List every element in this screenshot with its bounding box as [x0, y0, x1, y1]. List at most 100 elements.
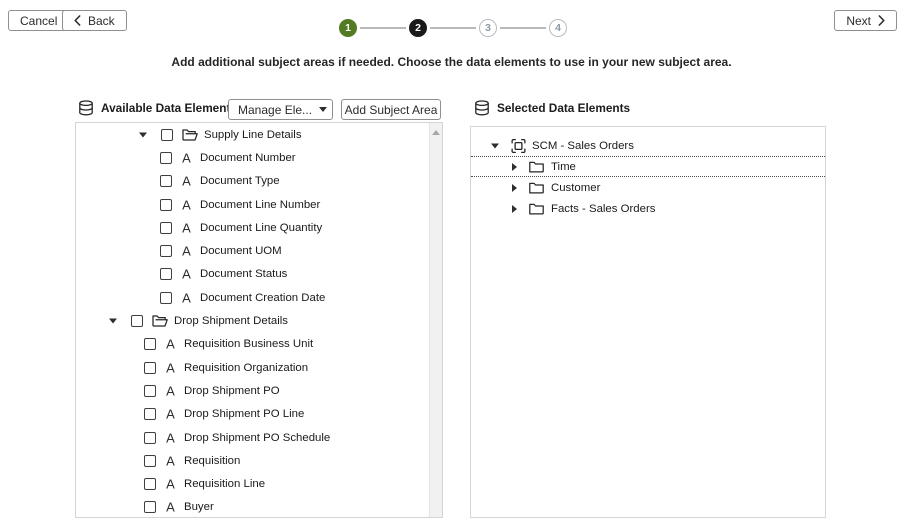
- back-button-label: Back: [88, 14, 115, 28]
- attribute-icon: A: [179, 151, 194, 164]
- tree-item-label: Drop Shipment Details: [174, 315, 288, 327]
- add-subject-area-button[interactable]: Add Subject Area: [341, 99, 441, 120]
- database-icon: [78, 100, 94, 116]
- checkbox[interactable]: [144, 478, 156, 490]
- subject-area-icon: [511, 138, 526, 153]
- tree-item[interactable]: ADrop Shipment PO Line: [76, 403, 428, 426]
- attribute-icon: A: [179, 198, 194, 211]
- attribute-icon: A: [163, 408, 178, 421]
- available-panel-title: Available Data Elements: [101, 101, 237, 115]
- checkbox[interactable]: [144, 385, 156, 397]
- scroll-up-arrow-icon[interactable]: [432, 130, 440, 135]
- step-connector-line: [500, 27, 546, 29]
- selected-data-elements-panel: SCM - Sales Orders Time CustomerFacts - Sa…: [470, 126, 826, 518]
- folder-icon: [529, 181, 544, 194]
- step-1-indicator[interactable]: 1: [339, 19, 357, 37]
- tree-item-label: Document Number: [200, 152, 296, 164]
- step-connector-line: [430, 27, 476, 29]
- tree-item-label: Document Creation Date: [200, 292, 325, 304]
- step-number: 4: [555, 23, 561, 34]
- chevron-down-icon: [319, 107, 327, 112]
- tree-item[interactable]: ARequisition Organization: [76, 356, 428, 379]
- expand-arrow-icon[interactable]: [139, 132, 147, 137]
- folder-icon: [152, 315, 168, 328]
- checkbox[interactable]: [131, 315, 143, 327]
- attribute-icon: A: [179, 175, 194, 188]
- tree-item[interactable]: ARequisition Business Unit: [76, 333, 428, 356]
- checkbox[interactable]: [144, 408, 156, 420]
- attribute-icon: A: [179, 268, 194, 281]
- available-tree: Supply Line DetailsADocument NumberADocu…: [76, 123, 428, 517]
- manage-elements-dropdown[interactable]: Manage Ele...: [228, 99, 333, 120]
- tree-item[interactable]: ARequisition Line: [76, 472, 428, 495]
- step-number: 3: [485, 23, 491, 34]
- scrollbar[interactable]: [429, 123, 442, 517]
- step-connector-line: [360, 27, 406, 29]
- attribute-icon: A: [163, 454, 178, 467]
- tree-item-label: Document Line Quantity: [200, 222, 322, 234]
- tree-item[interactable]: Facts - Sales Orders: [471, 198, 825, 219]
- step-3-indicator[interactable]: 3: [479, 19, 497, 37]
- cancel-button-label: Cancel: [20, 14, 57, 28]
- folder-icon: [529, 160, 544, 173]
- tree-item[interactable]: ARequisition: [76, 449, 428, 472]
- checkbox[interactable]: [160, 245, 172, 257]
- checkbox[interactable]: [160, 268, 172, 280]
- checkbox[interactable]: [160, 199, 172, 211]
- next-button[interactable]: Next: [834, 10, 897, 31]
- tree-item-label: Requisition Business Unit: [184, 338, 313, 350]
- cancel-button[interactable]: Cancel: [8, 10, 69, 31]
- checkbox[interactable]: [160, 175, 172, 187]
- available-data-elements-panel: Supply Line DetailsADocument NumberADocu…: [75, 122, 443, 518]
- expand-arrow-icon[interactable]: [109, 319, 117, 324]
- tree-item[interactable]: ADocument Line Quantity: [76, 216, 428, 239]
- checkbox[interactable]: [144, 432, 156, 444]
- checkbox[interactable]: [160, 292, 172, 304]
- tree-item[interactable]: A Document Creation Date: [76, 286, 428, 309]
- tree-item[interactable]: SCM - Sales Orders: [471, 135, 825, 156]
- tree-item[interactable]: A Document UOM: [76, 239, 428, 262]
- next-button-label: Next: [846, 14, 871, 28]
- chevron-right-icon: [878, 15, 885, 26]
- collapse-arrow-icon[interactable]: [512, 184, 517, 192]
- tree-item[interactable]: Drop Shipment Details: [76, 309, 428, 332]
- checkbox[interactable]: [144, 362, 156, 374]
- tree-item[interactable]: A Document Number: [76, 146, 428, 169]
- attribute-icon: A: [179, 245, 194, 258]
- tree-item[interactable]: Supply Line Details: [76, 123, 428, 146]
- collapse-arrow-icon[interactable]: [512, 205, 517, 213]
- checkbox[interactable]: [160, 152, 172, 164]
- back-button[interactable]: Back: [62, 10, 127, 31]
- collapse-arrow-icon[interactable]: [512, 163, 517, 171]
- tree-item[interactable]: ABuyer: [76, 496, 428, 518]
- checkbox[interactable]: [161, 129, 173, 141]
- checkbox[interactable]: [160, 222, 172, 234]
- attribute-icon: A: [179, 291, 194, 304]
- step-4-indicator[interactable]: 4: [549, 19, 567, 37]
- tree-item[interactable]: ADocument Line Number: [76, 193, 428, 216]
- checkbox[interactable]: [144, 501, 156, 513]
- step-2-indicator[interactable]: 2: [409, 19, 427, 37]
- selected-panel-title: Selected Data Elements: [497, 101, 630, 115]
- tree-item-label: Document Status: [200, 268, 287, 280]
- tree-item-label: SCM - Sales Orders: [532, 140, 634, 152]
- selected-tree: SCM - Sales Orders Time CustomerFacts - Sa…: [471, 127, 825, 517]
- checkbox[interactable]: [144, 338, 156, 350]
- chevron-left-icon: [74, 15, 81, 26]
- instruction-text: Add additional subject areas if needed. …: [0, 55, 903, 69]
- tree-item[interactable]: A Document Type: [76, 170, 428, 193]
- attribute-icon: A: [163, 384, 178, 397]
- tree-item-label: Document Type: [200, 175, 280, 187]
- tree-item[interactable]: Time: [471, 156, 825, 177]
- tree-item-label: Time: [551, 161, 576, 173]
- tree-item[interactable]: A Document Status: [76, 263, 428, 286]
- tree-item-label: Buyer: [184, 501, 214, 513]
- tree-item-label: Requisition Line: [184, 478, 265, 490]
- expand-arrow-icon[interactable]: [491, 143, 499, 148]
- tree-item-label: Document UOM: [200, 245, 282, 257]
- tree-item-label: Drop Shipment PO Schedule: [184, 432, 330, 444]
- tree-item[interactable]: Customer: [471, 177, 825, 198]
- tree-item[interactable]: ADrop Shipment PO Schedule: [76, 426, 428, 449]
- checkbox[interactable]: [144, 455, 156, 467]
- tree-item[interactable]: ADrop Shipment PO: [76, 379, 428, 402]
